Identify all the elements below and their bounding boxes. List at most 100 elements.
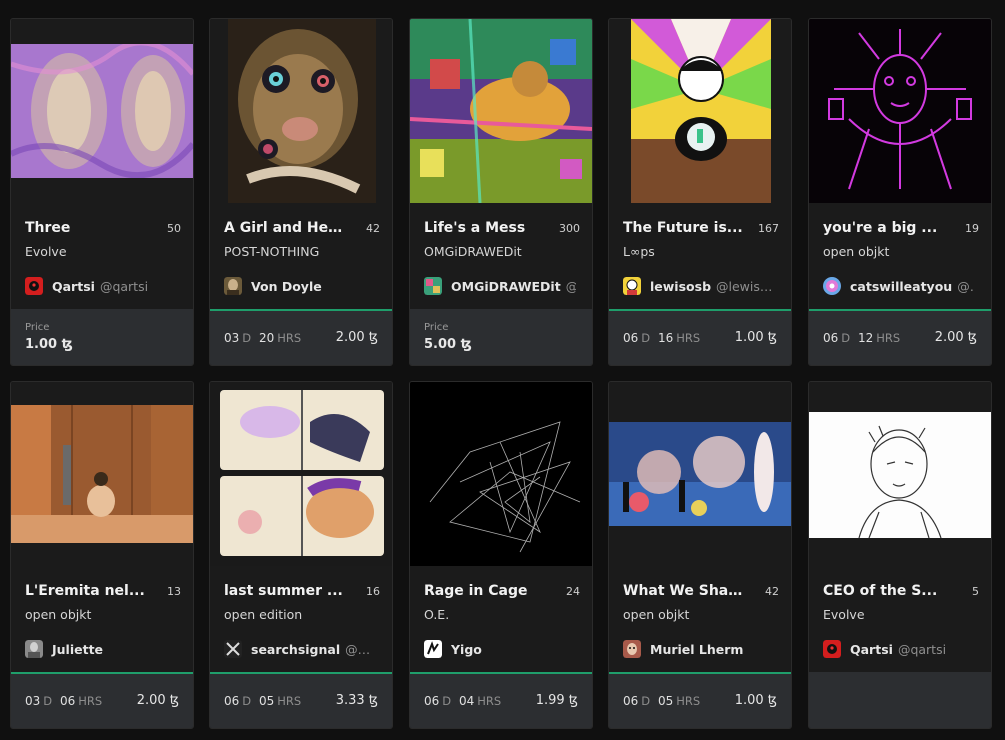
timer-days: 03	[25, 694, 41, 708]
timer-hours: 05	[657, 694, 674, 708]
artist-link[interactable]: Qartsi @qartsi	[25, 277, 177, 295]
edition-count: 42	[765, 585, 779, 598]
price-label: Price	[25, 322, 50, 333]
edition-count: 19	[965, 222, 979, 235]
timer-hours-unit: HRS	[876, 331, 901, 345]
avatar	[424, 277, 442, 295]
artwork-thumbnail[interactable]	[609, 382, 791, 566]
artist-name: lewisosb	[650, 278, 712, 294]
artist-handle: @qartsi	[897, 641, 947, 657]
timer-days-unit: D	[242, 694, 252, 708]
nft-card[interactable]: A Girl and He... 42 POST-NOTHING Von Doy…	[209, 18, 393, 366]
artwork-title[interactable]: A Girl and He...	[224, 220, 344, 236]
artwork-title[interactable]: Life's a Mess	[424, 220, 544, 236]
artwork-thumbnail[interactable]	[809, 19, 991, 203]
card-footer: Price 1.00 ꜩ	[11, 309, 193, 365]
card-footer: 03 D 06 HRS 2.00 ꜩ	[11, 672, 193, 728]
artwork-title[interactable]: last summer ...	[224, 583, 344, 599]
price-value: 1.99 ꜩ	[535, 693, 578, 708]
nft-card[interactable]: L'Eremita nel... 13 open objkt Juliette …	[10, 381, 194, 729]
artwork-thumbnail[interactable]	[11, 19, 193, 203]
artist-link[interactable]: OMGiDRAWEDit @...	[424, 277, 576, 295]
auction-timer: 06 D 12 HRS	[823, 331, 904, 345]
artwork-title[interactable]: you're a big ...	[823, 220, 943, 236]
timer-days-unit: D	[841, 331, 851, 345]
artist-link[interactable]: searchsignal @sea...	[224, 640, 376, 658]
timer-hours: 16	[657, 331, 674, 345]
timer-hours-unit: HRS	[277, 694, 302, 708]
collection-name[interactable]: L∞ps	[623, 244, 655, 259]
artist-link[interactable]: Von Doyle	[224, 277, 376, 295]
artist-name: Yigo	[451, 641, 482, 657]
collection-name[interactable]: O.E.	[424, 607, 449, 622]
artist-link[interactable]: catswilleatyou @c...	[823, 277, 975, 295]
artwork-thumbnail[interactable]	[210, 19, 392, 203]
artwork-thumbnail[interactable]	[410, 382, 592, 566]
nft-card[interactable]: Three 50 Evolve Qartsi @qartsi Price 1.0…	[10, 18, 194, 366]
timer-days: 06	[224, 694, 240, 708]
artwork-thumbnail[interactable]	[410, 19, 592, 203]
collection-name[interactable]: OMGiDRAWEDit	[424, 244, 522, 259]
nft-card[interactable]: Life's a Mess 300 OMGiDRAWEDit OMGiDRAWE…	[409, 18, 593, 366]
artwork-thumbnail[interactable]	[210, 382, 392, 566]
artist-link[interactable]: Muriel Lherm	[623, 640, 775, 658]
timer-hours-unit: HRS	[477, 694, 502, 708]
artist-handle: @lewisosb	[716, 278, 775, 294]
edition-count: 24	[566, 585, 580, 598]
price-value: 5.00 ꜩ	[424, 337, 472, 352]
timer-days: 06	[623, 694, 639, 708]
edition-count: 50	[167, 222, 181, 235]
artwork-title[interactable]: CEO of the S...	[823, 583, 943, 599]
artist-link[interactable]: Juliette	[25, 640, 177, 658]
artist-link[interactable]: lewisosb @lewisosb	[623, 277, 775, 295]
collection-name[interactable]: POST-NOTHING	[224, 244, 319, 259]
artist-link[interactable]: Yigo	[424, 640, 576, 658]
collection-name[interactable]: open objkt	[623, 607, 689, 622]
timer-days-unit: D	[442, 694, 452, 708]
nft-card[interactable]: last summer ... 16 open edition searchsi…	[209, 381, 393, 729]
edition-count: 300	[559, 222, 580, 235]
timer-days-unit: D	[641, 331, 651, 345]
nft-card[interactable]: The Future is... 167 L∞ps lewisosb @lewi…	[608, 18, 792, 366]
artist-handle: @...	[566, 279, 576, 294]
edition-count: 42	[366, 222, 380, 235]
card-footer: 03 D 20 HRS 2.00 ꜩ	[210, 309, 392, 365]
card-footer: Price 5.00 ꜩ	[410, 309, 592, 365]
nft-card[interactable]: you're a big ... 19 open objkt catswille…	[808, 18, 992, 366]
artwork-title[interactable]: L'Eremita nel...	[25, 583, 145, 599]
card-footer: 06 D 12 HRS 2.00 ꜩ	[809, 309, 991, 365]
price-value: 1.00 ꜩ	[734, 330, 777, 345]
auction-timer: 06 D 05 HRS	[623, 694, 704, 708]
timer-days: 06	[823, 331, 839, 345]
collection-name[interactable]: Evolve	[823, 607, 865, 622]
collection-name[interactable]: open objkt	[823, 244, 889, 259]
collection-name[interactable]: Evolve	[25, 244, 67, 259]
artwork-title[interactable]: What We Sha...	[623, 583, 743, 599]
edition-count: 13	[167, 585, 181, 598]
collection-name[interactable]: open objkt	[25, 607, 91, 622]
artist-name: Qartsi	[850, 641, 893, 657]
collection-name[interactable]: open edition	[224, 607, 302, 622]
auction-timer: 06 D 04 HRS	[424, 694, 505, 708]
artist-handle: @c...	[957, 278, 975, 294]
timer-days-unit: D	[43, 694, 53, 708]
artwork-title[interactable]: The Future is...	[623, 220, 743, 236]
artwork-title[interactable]: Rage in Cage	[424, 583, 544, 599]
avatar	[25, 640, 43, 658]
timer-hours: 04	[458, 694, 475, 708]
artwork-thumbnail[interactable]	[609, 19, 791, 203]
artwork-thumbnail[interactable]	[11, 382, 193, 566]
avatar	[25, 277, 43, 295]
artist-link[interactable]: Qartsi @qartsi	[823, 640, 975, 658]
nft-card[interactable]: Rage in Cage 24 O.E. Yigo 06 D 04 HRS 1.99…	[409, 381, 593, 729]
avatar	[623, 640, 641, 658]
artist-name: Von Doyle	[251, 278, 322, 294]
artwork-title[interactable]: Three	[25, 220, 145, 236]
artwork-thumbnail[interactable]	[809, 382, 991, 566]
nft-card[interactable]: What We Sha... 42 open objkt Muriel Lher…	[608, 381, 792, 729]
card-footer	[809, 672, 991, 728]
nft-card[interactable]: CEO of the S... 5 Evolve Qartsi @qartsi	[808, 381, 992, 729]
artist-handle: @qartsi	[99, 278, 149, 294]
artist-name: catswilleatyou	[850, 278, 953, 294]
avatar	[823, 640, 841, 658]
